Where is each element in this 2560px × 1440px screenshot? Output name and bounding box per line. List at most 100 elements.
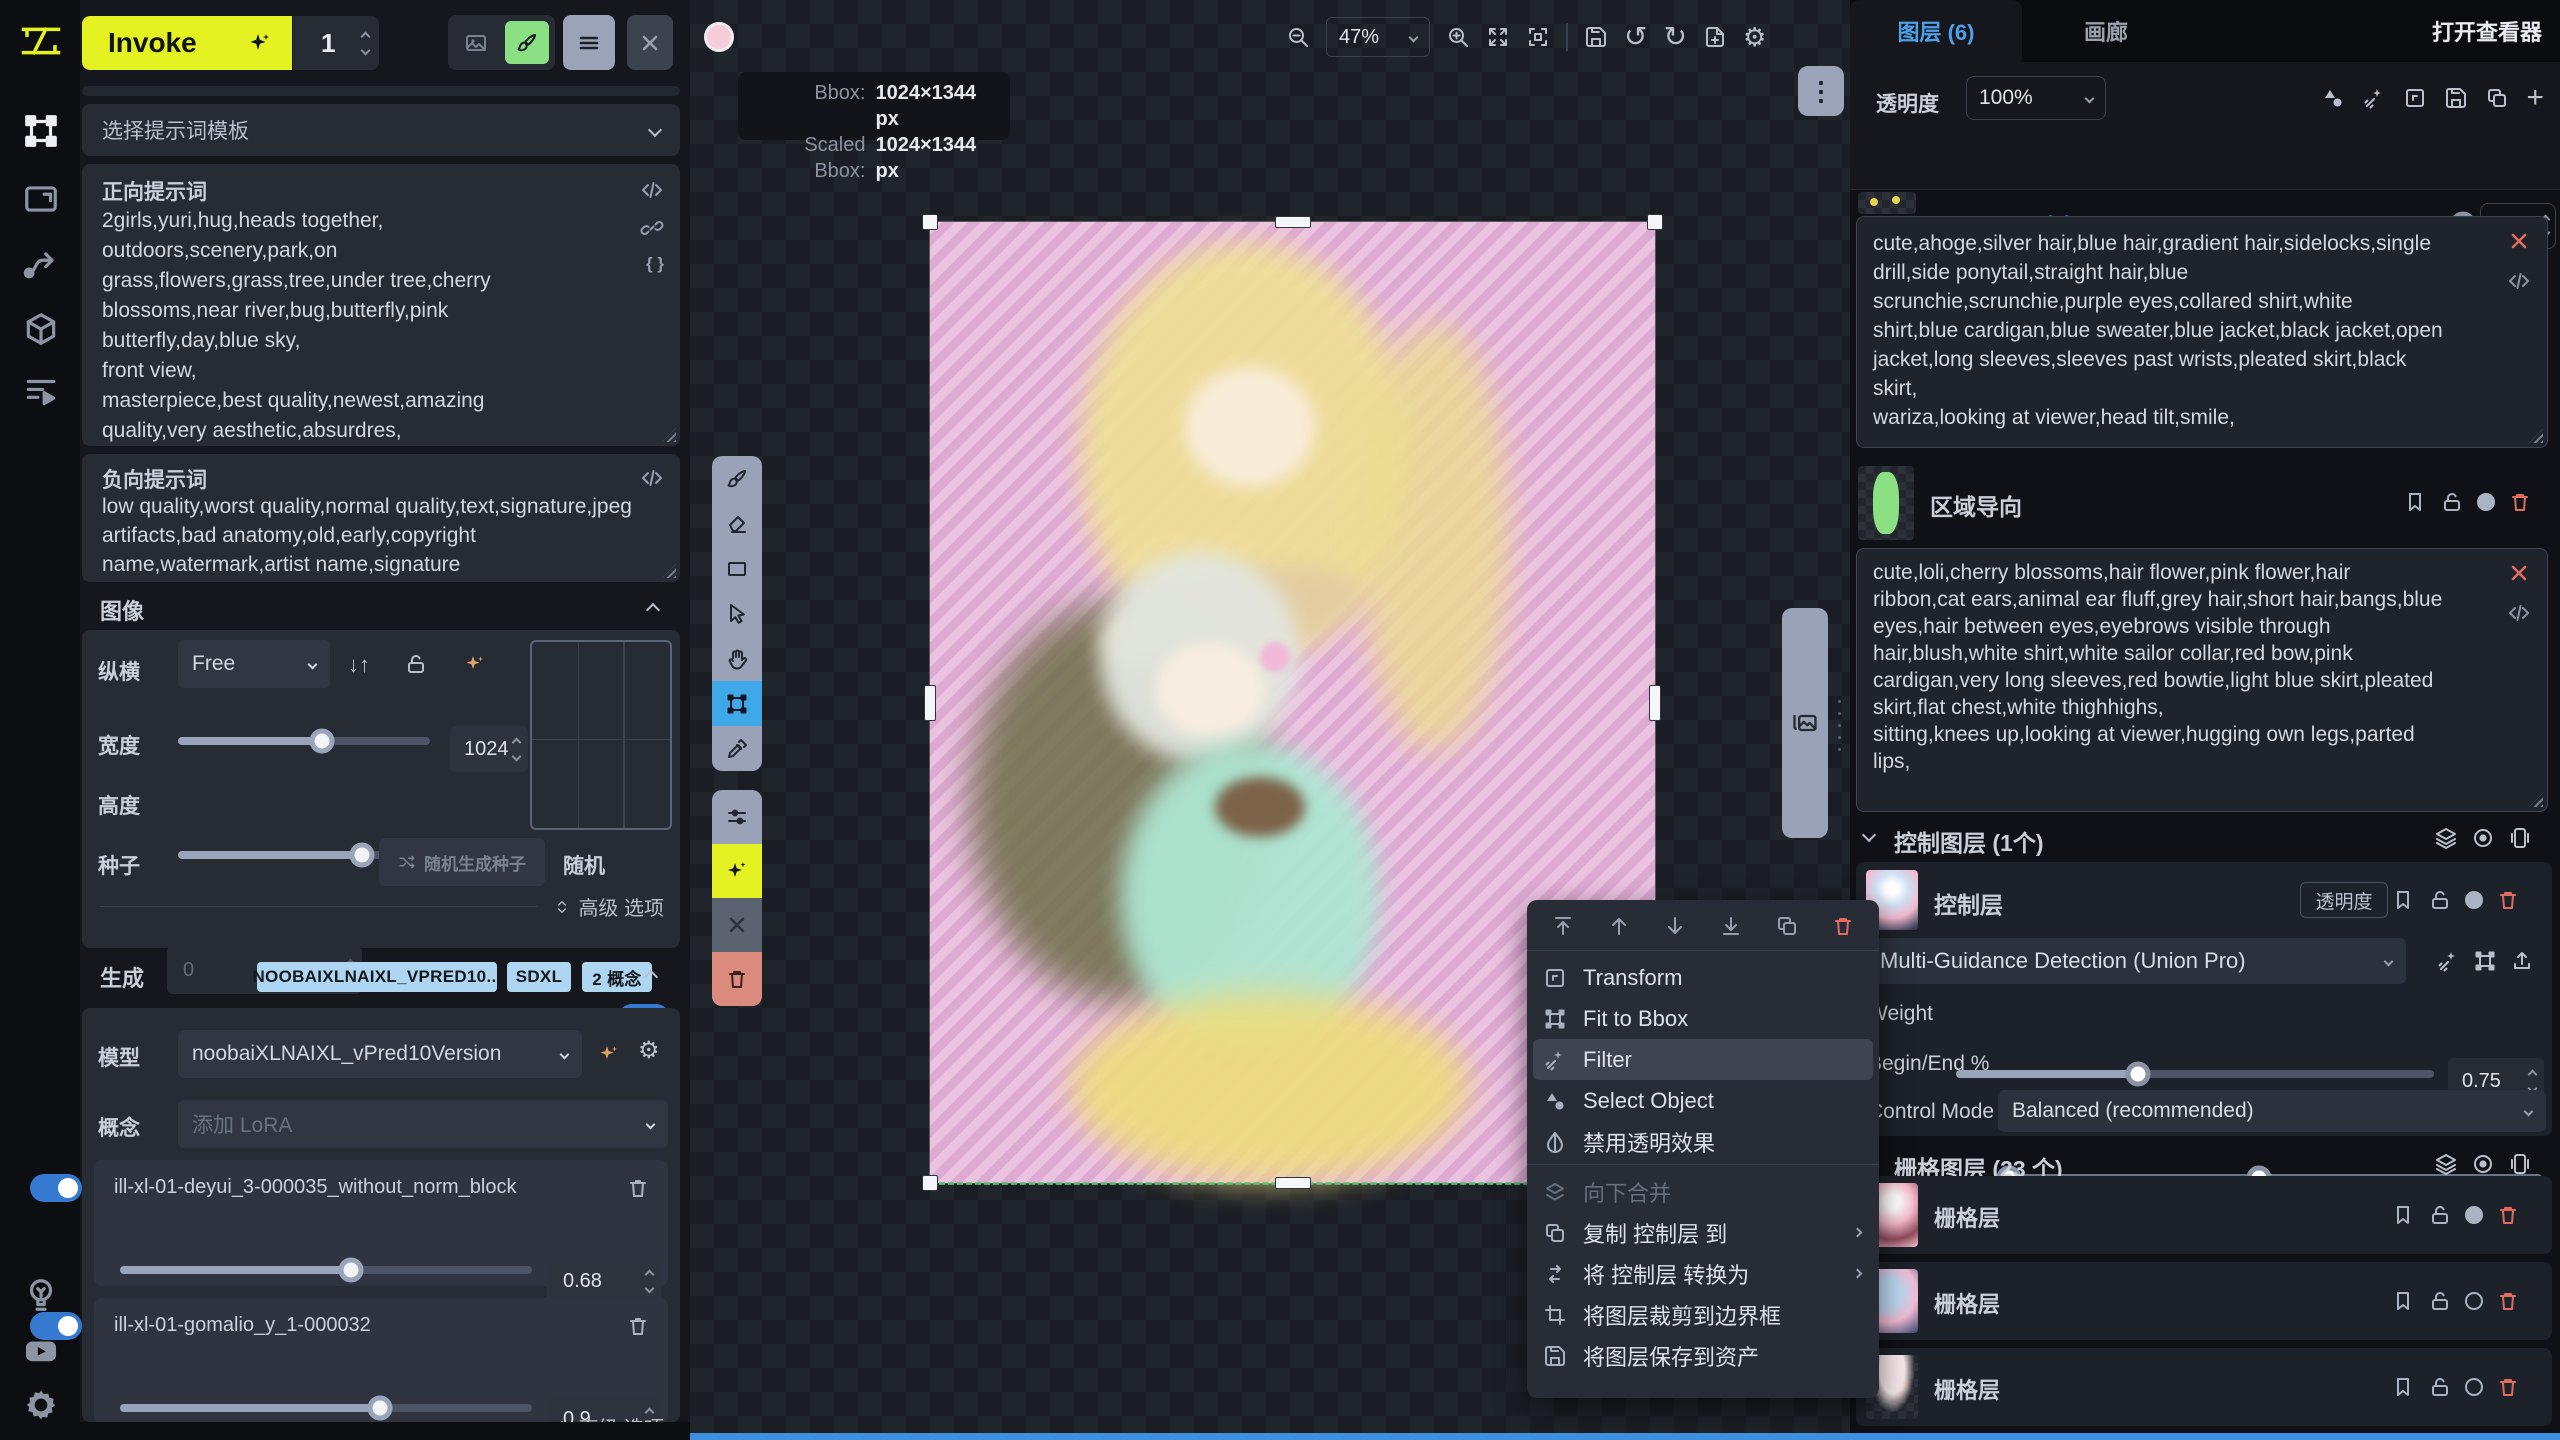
menu-item-disable-transparency[interactable]: 禁用透明效果	[1527, 1121, 1879, 1162]
random-seed-button[interactable]: 随机生成种子	[379, 838, 545, 886]
eyedropper-tool[interactable]	[712, 726, 762, 771]
lock-icon[interactable]	[2428, 1203, 2452, 1227]
visibility-dot-icon[interactable]	[2465, 891, 2483, 909]
filter-wand-icon[interactable]	[2436, 949, 2460, 973]
prompt-link-icon[interactable]	[640, 216, 664, 240]
bookmark-icon[interactable]	[2391, 1289, 2415, 1313]
pan-tool[interactable]	[712, 636, 762, 681]
delete-trash-icon[interactable]	[626, 1314, 650, 1338]
visibility-dot-icon[interactable]	[2477, 493, 2495, 511]
bookmark-icon[interactable]	[2391, 888, 2415, 912]
fit-bbox-icon[interactable]	[2473, 949, 2497, 973]
menu-item-select-object[interactable]: Select Object	[1527, 1080, 1879, 1121]
tab-layers[interactable]: 图层 (6)	[1850, 0, 2022, 62]
delete-trash-icon[interactable]	[626, 1176, 650, 1200]
zoom-out-icon[interactable]	[1286, 25, 1310, 49]
redo-icon[interactable]: ↻	[1663, 23, 1686, 51]
weight-slider[interactable]	[1956, 1070, 2434, 1078]
generation-section-header[interactable]: 生成 NOOBAIXLNAIXL_VPRED10... SDXL 2 概念	[82, 960, 680, 994]
swap-dimensions-icon[interactable]: ↓↑	[348, 652, 370, 678]
control-model-select[interactable]: Multi-Guidance Detection (Union Pro)	[1866, 938, 2406, 984]
opacity-select[interactable]: 100%	[1966, 76, 2106, 120]
delete-trash-icon[interactable]	[1831, 914, 1855, 938]
prompt-code-icon[interactable]	[640, 178, 664, 202]
resize-handle[interactable]	[662, 564, 676, 578]
raster-layer-row[interactable]: 栅格层	[1856, 1348, 2552, 1426]
lora-weight-slider[interactable]	[120, 1404, 532, 1412]
bbox-handle-bottom-left[interactable]	[922, 1175, 938, 1191]
layer-thumbnail[interactable]	[1858, 466, 1914, 540]
menu-item-filter[interactable]: Filter	[1533, 1039, 1873, 1080]
remove-prompt-icon[interactable]	[2507, 561, 2531, 585]
prompt-code-icon[interactable]	[640, 466, 664, 490]
negative-prompt-text[interactable]: low quality,worst quality,normal quality…	[102, 492, 647, 579]
eraser-tool[interactable]	[712, 501, 762, 546]
lora-weight-slider[interactable]	[120, 1266, 532, 1274]
rect-tool[interactable]	[712, 546, 762, 591]
brush-tool[interactable]	[712, 456, 762, 501]
move-down-icon[interactable]	[1663, 914, 1687, 938]
fit-view-icon[interactable]	[1486, 25, 1510, 49]
menu-item-convert-control-layer-to[interactable]: 将 控制层 转换为	[1527, 1253, 1879, 1294]
transform-icon[interactable]	[2403, 86, 2427, 110]
bbox-handle-bottom[interactable]	[1275, 1177, 1311, 1189]
menu-item-copy-control-layer-to[interactable]: 复制 控制层 到	[1527, 1212, 1879, 1253]
gallery-panel-handle[interactable]	[1782, 608, 1828, 838]
undo-icon[interactable]: ↺	[1624, 23, 1647, 51]
model-settings-gear-icon[interactable]: ⚙	[638, 1036, 660, 1065]
width-stepper[interactable]: 1024	[450, 726, 528, 772]
visibility-dot-icon[interactable]	[2465, 1292, 2483, 1310]
nav-aspect-image-icon[interactable]	[22, 180, 60, 218]
canvas-kebab-menu-button[interactable]: ⋮	[1798, 66, 1844, 116]
panel-resize-handle[interactable]	[1838, 700, 1841, 751]
prompt-braces-icon[interactable]: { }	[646, 254, 664, 274]
prompt-code-icon[interactable]	[2507, 601, 2531, 625]
bbox-handle-right[interactable]	[1649, 685, 1661, 721]
lock-icon[interactable]	[2428, 888, 2452, 912]
raster-layer-row[interactable]: 栅格层	[1856, 1176, 2552, 1254]
lock-icon[interactable]	[2440, 490, 2464, 514]
bookmark-icon[interactable]	[2391, 1375, 2415, 1399]
move-to-bottom-icon[interactable]	[1719, 914, 1743, 938]
cancel-filter-button[interactable]	[712, 898, 762, 952]
nav-canvas-frame-icon[interactable]	[22, 112, 60, 150]
control-layers-section-header[interactable]: 控制图层 (1个)	[1850, 818, 2560, 858]
control-layer-card[interactable]: 控制层 透明度 Multi-Guidance Detection (Union …	[1856, 862, 2552, 1136]
export-upload-icon[interactable]	[2510, 949, 2534, 973]
fit-bbox-icon[interactable]	[1526, 25, 1550, 49]
remove-prompt-icon[interactable]	[2507, 229, 2531, 253]
model-sparkle-icon[interactable]	[596, 1042, 620, 1066]
visibility-dot-icon[interactable]	[2465, 1378, 2483, 1396]
filter-wand-icon[interactable]	[2362, 86, 2386, 110]
image-mode-button[interactable]	[454, 21, 499, 64]
prompt-code-icon[interactable]	[2507, 269, 2531, 293]
canvas-frame-icon[interactable]	[2508, 1152, 2532, 1176]
raster-layer-row[interactable]: 栅格层	[1856, 1262, 2552, 1340]
canvas-settings-gear-icon[interactable]: ⚙	[1743, 22, 1766, 53]
lock-icon[interactable]	[2428, 1375, 2452, 1399]
regional-guidance-layer-header[interactable]: 区域导向	[1850, 462, 2560, 544]
bbox-handle-top-left[interactable]	[922, 214, 938, 230]
bbox-handle-top-right[interactable]	[1647, 214, 1663, 230]
save-icon[interactable]	[2444, 86, 2468, 110]
zoom-level-select[interactable]: 47%	[1326, 17, 1430, 57]
delete-trash-icon[interactable]	[2496, 1375, 2520, 1399]
delete-trash-icon[interactable]	[2496, 1203, 2520, 1227]
menu-item-fit-to-bbox[interactable]: Fit to Bbox	[1527, 998, 1879, 1039]
bbox-handle-top[interactable]	[1275, 216, 1311, 228]
new-canvas-icon[interactable]	[1703, 25, 1727, 49]
apply-filter-button[interactable]	[712, 844, 762, 898]
image-advanced-options[interactable]: 高级 选项	[100, 892, 664, 921]
panel-menu-button[interactable]	[563, 15, 615, 70]
negative-prompt-box[interactable]: 负向提示词 low quality,worst quality,normal q…	[82, 454, 680, 582]
resize-handle[interactable]	[2529, 429, 2543, 443]
move-tool[interactable]	[712, 591, 762, 636]
add-lora-select[interactable]: 添加 LoRA	[178, 1100, 668, 1148]
width-slider[interactable]	[178, 737, 430, 745]
color-swatch[interactable]	[704, 22, 734, 52]
layers-icon[interactable]	[2434, 826, 2458, 850]
invoke-button[interactable]: Invoke	[82, 16, 292, 70]
bbox-tool[interactable]	[712, 681, 762, 726]
bbox-handle-left[interactable]	[924, 685, 936, 721]
delete-trash-icon[interactable]	[2496, 888, 2520, 912]
